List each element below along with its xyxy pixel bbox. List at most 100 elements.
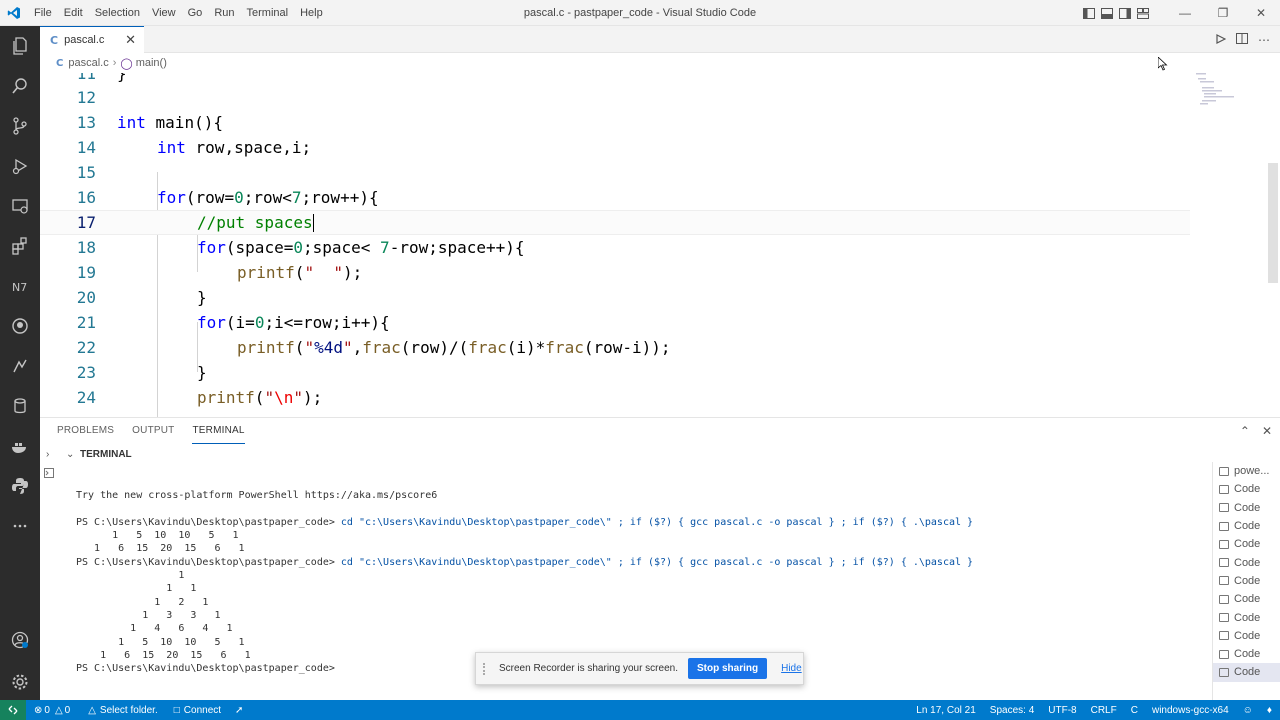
minimap[interactable] (1194, 73, 1236, 113)
menu-edit[interactable]: Edit (58, 0, 89, 26)
breadcrumb-file[interactable]: pascal.c (68, 57, 108, 69)
minimize-icon[interactable]: — (1166, 0, 1204, 26)
code-line-24: 24 printf("\n"); (40, 385, 1190, 410)
explorer-icon[interactable] (0, 26, 40, 66)
extensions-icon[interactable] (0, 226, 40, 266)
cmake-folder-status[interactable]: △ Select folder. (88, 705, 158, 716)
terminal-instance[interactable]: Code (1213, 608, 1280, 626)
terminal-instance[interactable]: Code (1213, 535, 1280, 553)
editor-actions: ⋯ (1216, 26, 1270, 53)
docker-icon[interactable] (0, 426, 40, 466)
menu-go[interactable]: Go (182, 0, 209, 26)
end-of-line[interactable]: CRLF (1091, 705, 1117, 716)
error-icon: ⊗ (34, 704, 43, 716)
menu-terminal[interactable]: Terminal (241, 0, 295, 26)
maximize-icon[interactable]: ❐ (1204, 0, 1242, 26)
terminal-instance-active[interactable]: Code (1213, 663, 1280, 682)
source-control-icon[interactable] (0, 106, 40, 146)
customize-layout-icon[interactable] (1134, 0, 1152, 26)
menu-help[interactable]: Help (294, 0, 329, 26)
remote-explorer-icon[interactable] (0, 186, 40, 226)
tab-problems[interactable]: PROBLEMS (57, 418, 114, 444)
language-mode[interactable]: C (1131, 705, 1138, 716)
terminal-instance[interactable]: Code (1213, 645, 1280, 663)
tab-terminal[interactable]: TERMINAL (192, 418, 245, 444)
toggle-sidebar-icon[interactable] (1080, 0, 1098, 26)
feedback-icon[interactable]: ☺ (1243, 705, 1253, 716)
testing-icon[interactable]: N7 (0, 266, 40, 306)
run-file-icon[interactable] (1216, 33, 1227, 47)
notifications-bell-icon[interactable]: ♦ (1267, 705, 1272, 716)
menu-bar: File Edit Selection View Go Run Terminal… (28, 0, 329, 26)
github-icon[interactable] (0, 306, 40, 346)
close-window-icon[interactable]: ✕ (1242, 0, 1280, 26)
terminal-instance[interactable]: Code (1213, 590, 1280, 608)
tab-pascal-c[interactable]: C pascal.c ✕ (40, 26, 144, 53)
search-icon[interactable] (0, 66, 40, 106)
accounts-icon[interactable] (0, 620, 40, 660)
terminal-instance[interactable]: powe... (1213, 462, 1280, 480)
line-number: 21 (76, 313, 96, 332)
terminal-line: Try the new cross-platform PowerShell ht… (76, 490, 438, 501)
chevron-right-icon[interactable]: › (46, 449, 58, 460)
warning-icon: △ (88, 704, 96, 716)
line-number: 22 (76, 338, 96, 357)
toggle-secondary-sidebar-icon[interactable] (1116, 0, 1134, 26)
code-editor[interactable]: 11 } 12 13 int main(){ 14 int row,space,… (40, 73, 1280, 417)
terminal-line: 1 1 (76, 583, 197, 594)
terminal-icon (1219, 503, 1229, 513)
status-bar: ⊗ 0 △ 0 △ Select folder. □ Connect ➚ Ln 17, … (0, 700, 1280, 720)
encoding[interactable]: UTF-8 (1048, 705, 1076, 716)
terminal-output[interactable]: Try the new cross-platform PowerShell ht… (76, 480, 1206, 680)
terminal-instance[interactable]: Code (1213, 627, 1280, 645)
terminal-instance[interactable]: Code (1213, 553, 1280, 571)
cursor-position[interactable]: Ln 17, Col 21 (916, 705, 976, 716)
live-share-status-icon[interactable]: ➚ (235, 705, 243, 716)
new-terminal-icon[interactable] (44, 465, 54, 478)
terminal-prompt: PS C:\Users\Kavindu\Desktop\pastpaper_co… (76, 663, 341, 674)
terminal-instance[interactable]: Code (1213, 499, 1280, 517)
toggle-panel-icon[interactable] (1098, 0, 1116, 26)
close-tab-icon[interactable]: ✕ (125, 32, 136, 48)
run-debug-icon[interactable] (0, 146, 40, 186)
problems-status[interactable]: ⊗ 0 △ 0 (34, 705, 70, 716)
tab-output[interactable]: OUTPUT (132, 418, 174, 444)
drag-handle-icon[interactable] (483, 662, 491, 675)
live-share-icon[interactable] (0, 346, 40, 386)
terminal-section-header[interactable]: › ⌄ TERMINAL (40, 445, 1212, 463)
terminal-line: PS C:\Users\Kavindu\Desktop\pastpaper_co… (76, 557, 974, 568)
text-cursor (312, 214, 314, 233)
menu-view[interactable]: View (146, 0, 182, 26)
maximize-panel-icon[interactable]: ⌃ (1240, 424, 1250, 438)
terminal-icon (1219, 631, 1229, 641)
close-panel-icon[interactable]: ✕ (1262, 424, 1272, 438)
split-editor-icon[interactable] (1236, 32, 1248, 47)
connect-status[interactable]: □ Connect (174, 705, 221, 716)
manage-gear-icon[interactable] (0, 662, 40, 702)
stop-sharing-button[interactable]: Stop sharing (687, 658, 768, 679)
c-config[interactable]: windows-gcc-x64 (1152, 705, 1229, 716)
breadcrumb-symbol[interactable]: main() (136, 57, 167, 69)
plug-icon: □ (173, 704, 180, 716)
indentation[interactable]: Spaces: 4 (990, 705, 1034, 716)
menu-selection[interactable]: Selection (89, 0, 146, 26)
hide-link[interactable]: Hide (781, 663, 802, 674)
line-number: 24 (76, 388, 96, 407)
menu-run[interactable]: Run (208, 0, 240, 26)
terminal-line: 1 (76, 570, 185, 581)
chevron-down-icon[interactable]: ⌄ (66, 449, 80, 460)
terminal-instance[interactable]: Code (1213, 517, 1280, 535)
terminal-instance[interactable]: Code (1213, 572, 1280, 590)
python-icon[interactable] (0, 466, 40, 506)
terminal-instance[interactable]: Code (1213, 480, 1280, 498)
more-actions-icon[interactable]: ⋯ (1258, 33, 1270, 47)
remote-indicator-icon[interactable] (0, 700, 26, 720)
line-number: 11 (76, 73, 96, 83)
menu-file[interactable]: File (28, 0, 58, 26)
code-line-14: 14 int row,space,i; (40, 135, 1190, 160)
more-icon[interactable] (0, 506, 40, 546)
terminal-icon (1219, 613, 1229, 623)
screen-recorder-bar: Screen Recorder is sharing your screen. … (475, 652, 804, 685)
database-icon[interactable] (0, 386, 40, 426)
editor-scrollbar[interactable] (1268, 163, 1278, 283)
